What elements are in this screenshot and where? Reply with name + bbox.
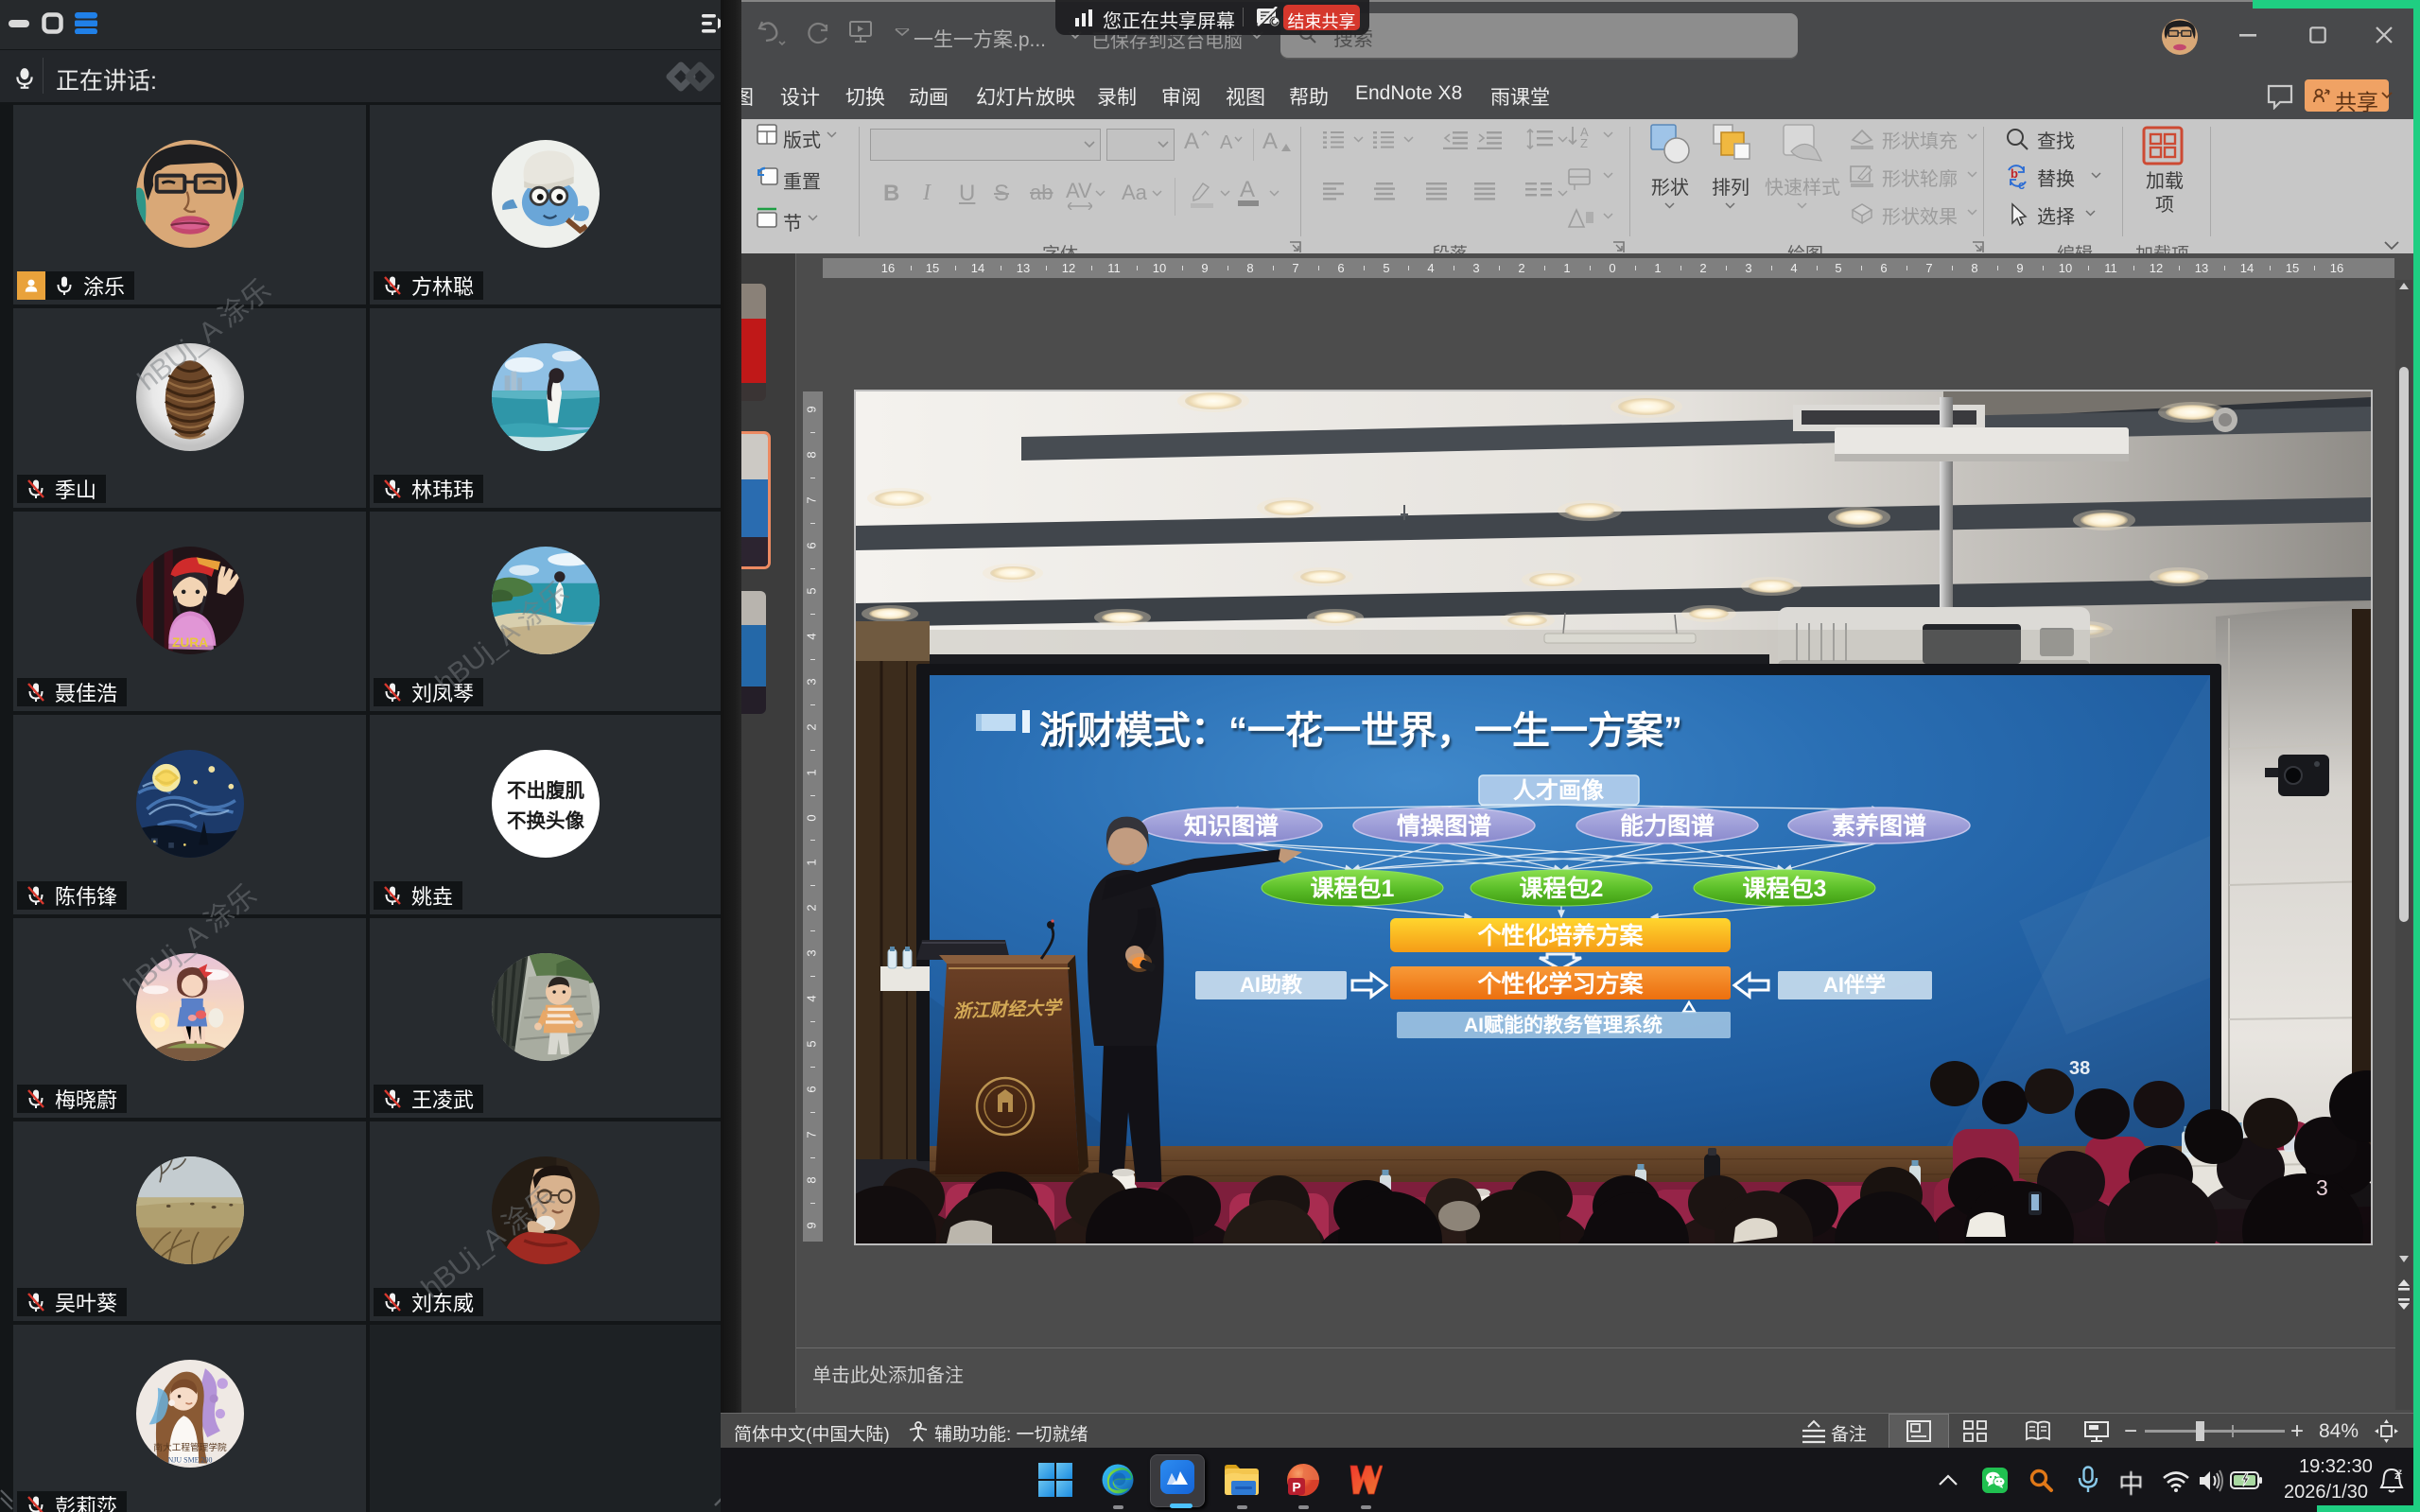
svg-text:不换头像: 不换头像 — [506, 809, 584, 832]
svg-text:课程包1: 课程包1 — [1311, 875, 1395, 902]
svg-text:z: z — [2398, 1468, 2402, 1476]
svg-text:AI赋能的教务管理系统: AI赋能的教务管理系统 — [1464, 1014, 1663, 1036]
svg-text:浙财模式：“一花一世界，一生一方案”: 浙财模式：“一花一世界，一生一方案” — [1039, 710, 1682, 752]
svg-text:38: 38 — [2069, 1058, 2090, 1079]
svg-text:AI伴学: AI伴学 — [1823, 973, 1886, 997]
svg-text:素养图谱: 素养图谱 — [1832, 812, 1926, 840]
svg-text:能力图谱: 能力图谱 — [1620, 812, 1715, 840]
svg-text:不出腹肌: 不出腹肌 — [506, 779, 584, 802]
svg-text:人才画像: 人才画像 — [1513, 778, 1605, 804]
svg-text:ZURA: ZURA — [172, 635, 208, 650]
svg-text:NJU SME 200: NJU SME 200 — [167, 1455, 212, 1464]
svg-text:Z: Z — [1580, 136, 1588, 149]
svg-text:课程包2: 课程包2 — [1520, 875, 1604, 902]
svg-text:浙江财经大学: 浙江财经大学 — [953, 998, 1065, 1022]
svg-text:AI助教: AI助教 — [1240, 973, 1303, 997]
svg-text:个性化培养方案: 个性化培养方案 — [1477, 922, 1644, 949]
svg-text:3: 3 — [2316, 1175, 2328, 1200]
svg-text:南大工程管理学院: 南大工程管理学院 — [153, 1441, 227, 1453]
svg-text:个性化学习方案: 个性化学习方案 — [1477, 970, 1644, 998]
svg-text:知识图谱: 知识图谱 — [1184, 812, 1279, 840]
svg-text:c: c — [2018, 178, 2025, 191]
svg-text:P: P — [1292, 1480, 1300, 1495]
svg-text:课程包3: 课程包3 — [1743, 875, 1827, 902]
svg-text:情操图谱: 情操图谱 — [1397, 812, 1491, 840]
svg-text:b: b — [2011, 166, 2018, 181]
